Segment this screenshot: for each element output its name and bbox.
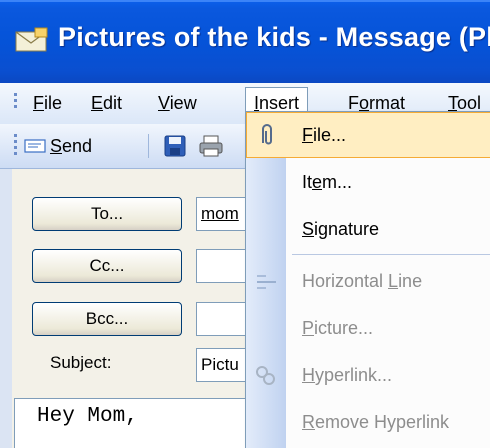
cc-button[interactable]: Cc...: [32, 249, 182, 283]
print-icon[interactable]: [199, 135, 223, 157]
menu-view[interactable]: View: [150, 88, 205, 118]
message-window: Pictures of the kids - Message (Plai Fil…: [0, 0, 490, 448]
insert-menu-remove-hyperlink[interactable]: Remove Hyperlink: [246, 399, 490, 445]
save-icon[interactable]: [164, 135, 186, 157]
bcc-button[interactable]: Bcc...: [32, 302, 182, 336]
hyperlink-icon: [256, 366, 275, 385]
menu-edit[interactable]: Edit: [83, 88, 130, 118]
toolbar-separator: [148, 134, 149, 158]
send-icon: [24, 139, 46, 153]
message-body-text: Hey Mom,: [37, 405, 138, 428]
toolbar-grip[interactable]: [14, 134, 17, 158]
title-bar[interactable]: Pictures of the kids - Message (Plai: [0, 0, 490, 83]
insert-menu-signature[interactable]: Signature: [246, 206, 490, 252]
insert-menu-picture[interactable]: Picture...: [246, 305, 490, 351]
window-title: Pictures of the kids - Message (Plai: [58, 22, 490, 52]
to-value: mom: [201, 204, 239, 223]
insert-menu-horizontal-line[interactable]: Horizontal Line: [246, 258, 490, 304]
send-button[interactable]: Send: [24, 132, 92, 160]
insert-menu-item[interactable]: Item...: [246, 159, 490, 205]
envelope-icon: [15, 27, 48, 52]
menu-file[interactable]: File: [25, 88, 70, 118]
insert-menu: File... Item... Signature Horizontal Lin…: [245, 111, 490, 448]
insert-menu-hyperlink[interactable]: Hyperlink...: [246, 352, 490, 398]
horizontal-line-icon: [257, 275, 276, 289]
left-border: [0, 169, 12, 448]
insert-menu-file[interactable]: File...: [246, 112, 490, 158]
to-button[interactable]: To...: [32, 197, 182, 231]
paperclip-icon: [262, 124, 272, 145]
menu-separator: [292, 254, 490, 255]
subject-label: Subject:: [50, 353, 112, 372]
menu-bar-grip[interactable]: [14, 93, 18, 115]
